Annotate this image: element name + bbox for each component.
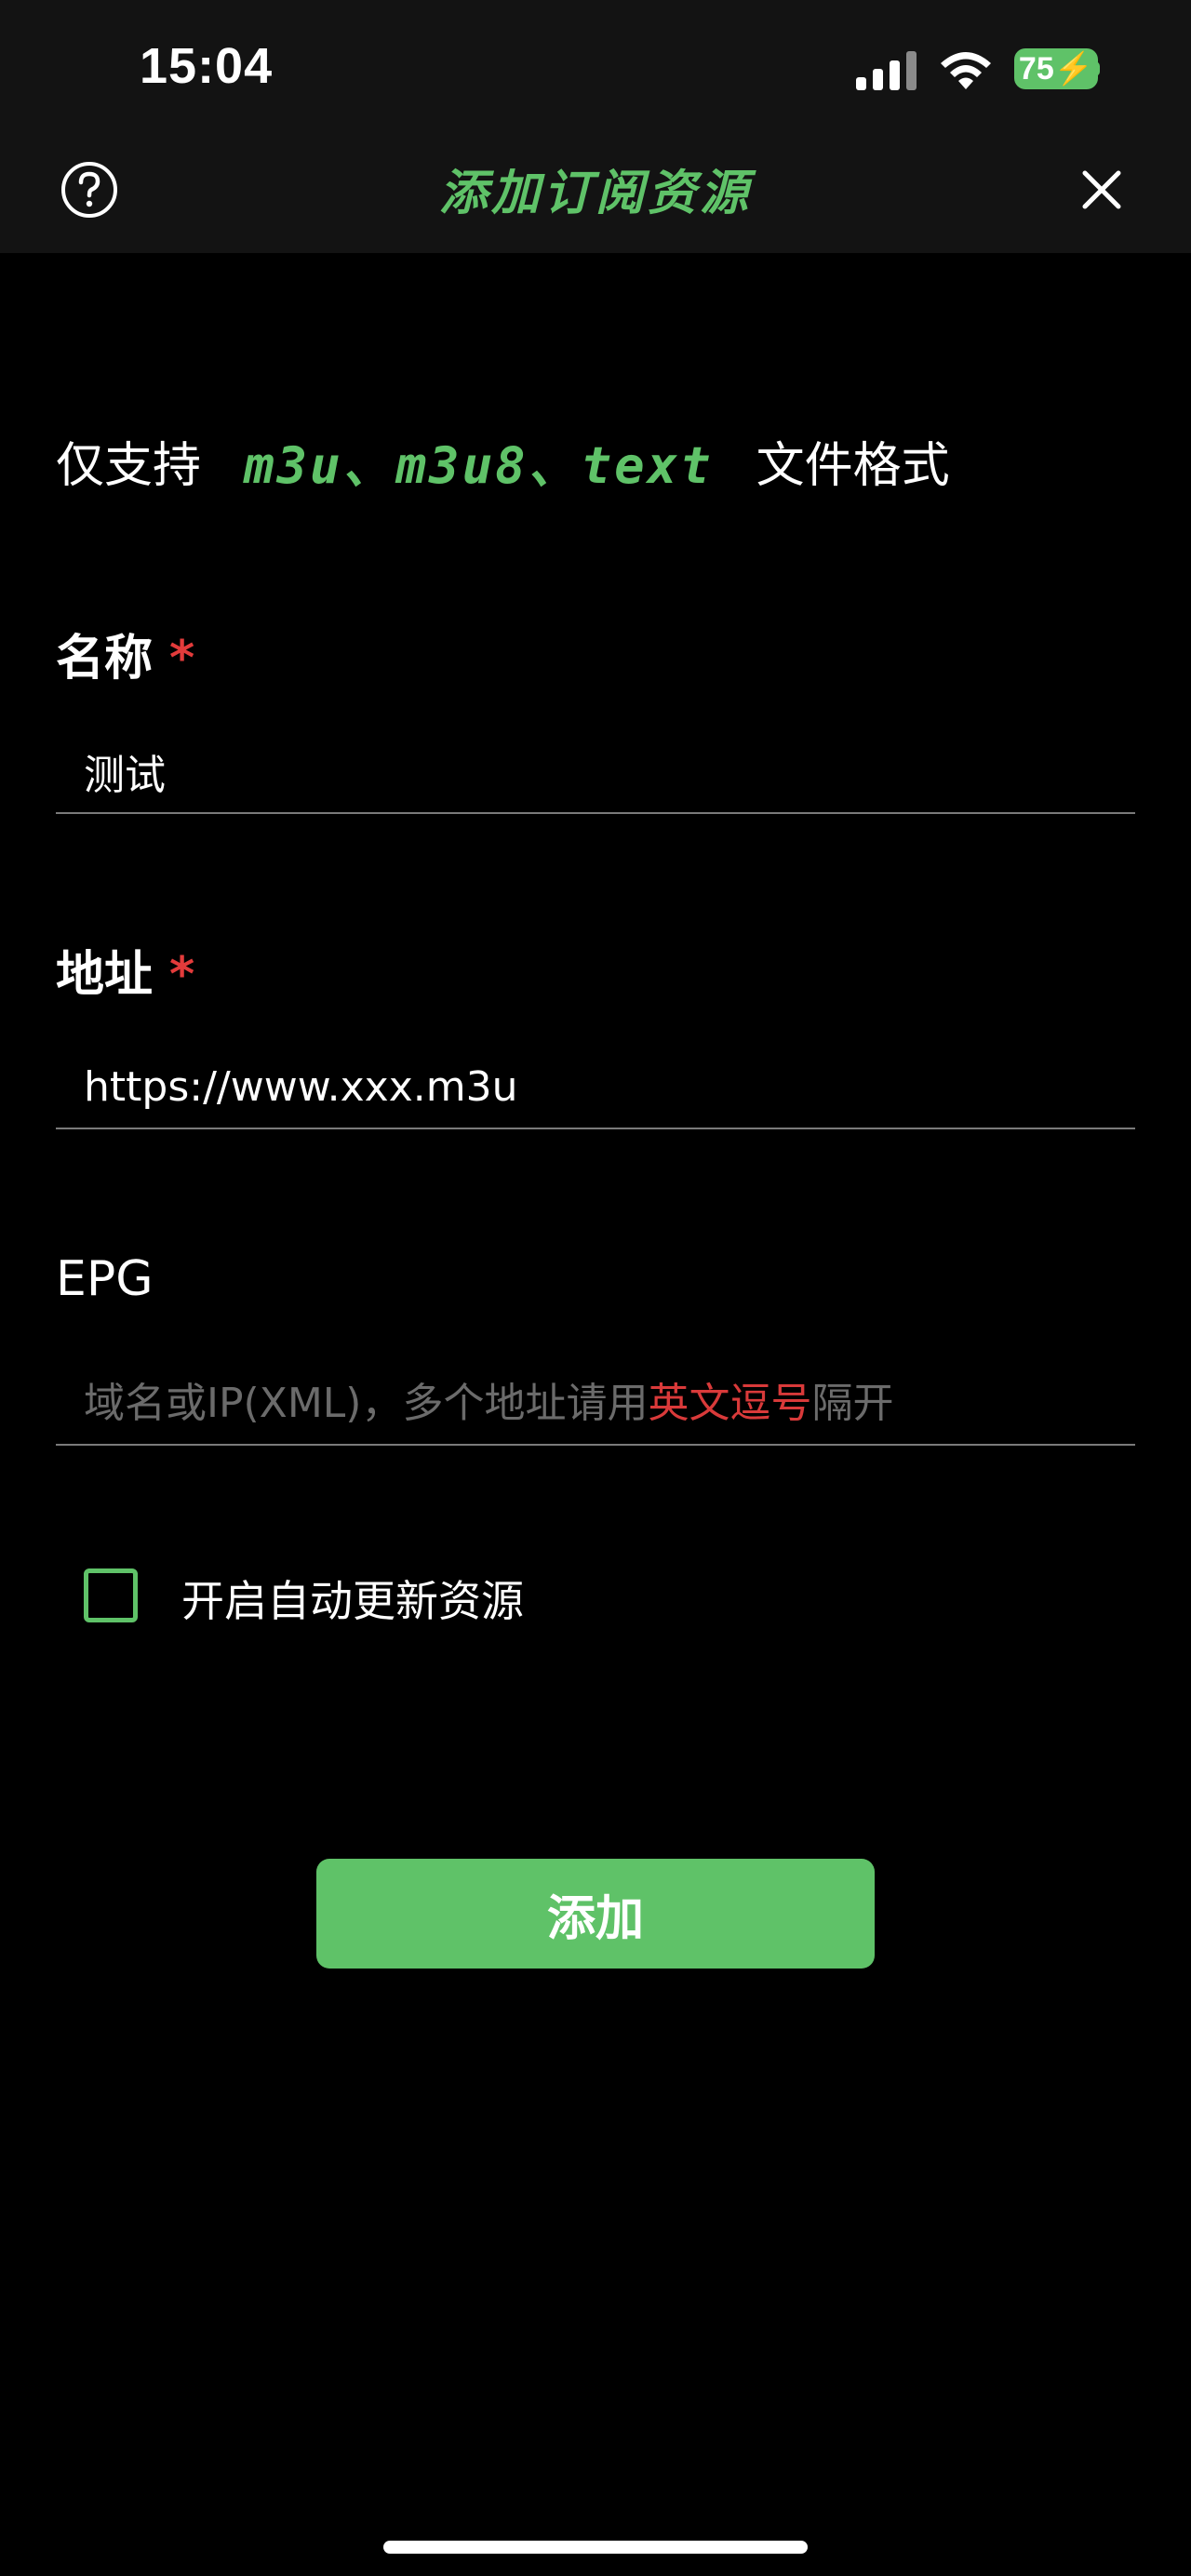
name-input[interactable] (56, 730, 1135, 814)
format-notice-suffix: 文件格式 (756, 437, 950, 494)
screen: 15:04 75⚡ 添加订阅资源 仅支持 m3u、m3u8、text 文件格式 … (0, 0, 1191, 2576)
signal-icon (856, 51, 917, 90)
auto-update-checkbox[interactable] (84, 1568, 138, 1622)
address-label-text: 地址 (56, 947, 154, 1003)
epg-placeholder-text: 域名或IP(XML)，多个地址请用 (84, 1380, 649, 1427)
battery-level: 75⚡ (1018, 51, 1094, 87)
epg-placeholder-text-end: 隔开 (811, 1380, 894, 1427)
wifi-icon (941, 52, 991, 89)
supported-formats: m3u、m3u8、text (244, 435, 714, 495)
home-indicator (383, 2541, 808, 2554)
required-mark: * (169, 947, 195, 1003)
format-notice-prefix: 仅支持 (56, 437, 202, 494)
format-notice: 仅支持 m3u、m3u8、text 文件格式 (56, 423, 1172, 498)
required-mark: * (169, 631, 195, 687)
epg-placeholder-highlight: 英文逗号 (648, 1380, 812, 1427)
auto-update-label[interactable]: 开启自动更新资源 (181, 1568, 524, 1629)
epg-label: EPG (56, 1251, 154, 1307)
address-label: 地址 * (56, 935, 194, 1005)
address-input[interactable] (56, 1046, 1135, 1129)
page-title: 添加订阅资源 (438, 166, 752, 221)
add-button[interactable]: 添加 (316, 1859, 875, 1969)
name-label: 名称 * (56, 619, 194, 688)
name-label-text: 名称 (56, 631, 154, 687)
status-time: 15:04 (140, 38, 274, 94)
close-icon[interactable] (1081, 169, 1122, 210)
epg-input[interactable]: 域名或IP(XML)，多个地址请用英文逗号隔开 (56, 1362, 1135, 1446)
